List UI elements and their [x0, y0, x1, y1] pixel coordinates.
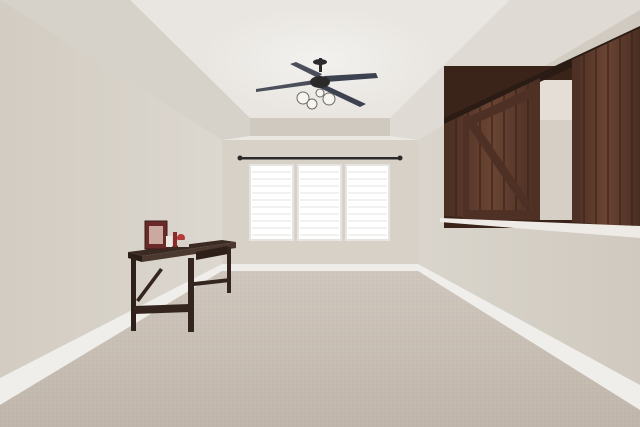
window-center	[297, 164, 342, 241]
window-right	[345, 164, 390, 241]
window-left	[249, 164, 294, 241]
room-photo	[0, 0, 640, 427]
barn-door-right	[572, 28, 640, 228]
decor-picture-frame	[144, 220, 168, 250]
